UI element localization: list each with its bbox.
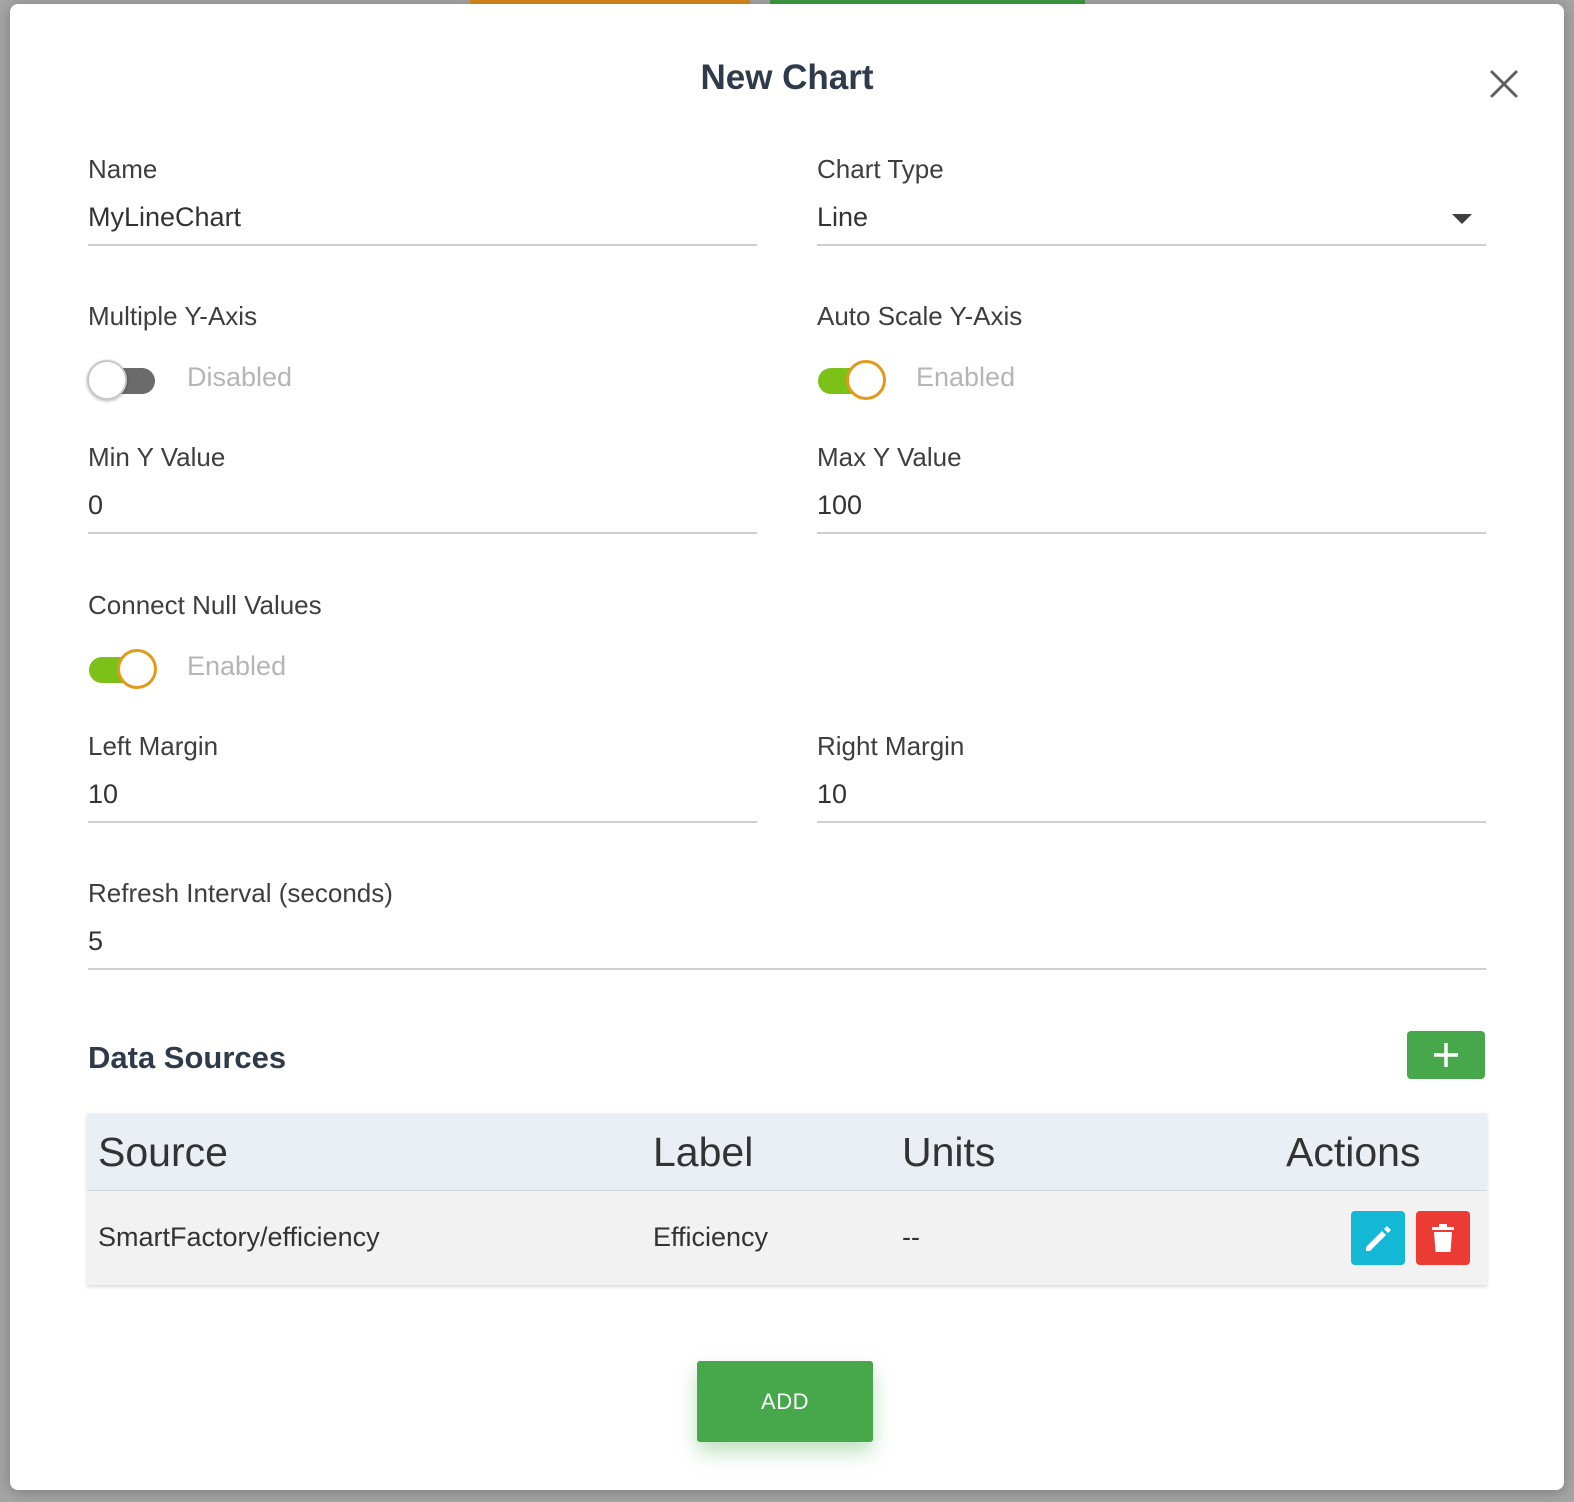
left-margin-field: Left Margin (88, 731, 757, 831)
max-y-input[interactable] (817, 478, 1486, 534)
add-chart-button[interactable]: ADD (697, 1361, 873, 1442)
column-header-actions: Actions (1286, 1129, 1421, 1175)
row-units: -- (902, 1222, 920, 1252)
chart-type-value: Line (817, 202, 869, 232)
auto-scale-y-axis-toggle-row: Enabled (816, 358, 1216, 402)
connect-null-label: Connect Null Values (88, 590, 322, 620)
connect-null-toggle[interactable] (87, 647, 157, 691)
column-header-label: Label (653, 1129, 754, 1175)
data-sources-table: Source Label Units Actions SmartFactory/… (87, 1113, 1487, 1285)
plus-icon (1434, 1043, 1458, 1067)
right-margin-input[interactable] (817, 767, 1486, 823)
dialog-title: New Chart (700, 58, 874, 97)
auto-scale-y-axis-field: Auto Scale Y-Axis (817, 301, 1486, 341)
trash-icon (1432, 1224, 1454, 1252)
connect-null-toggle-row: Enabled (87, 647, 487, 691)
refresh-interval-input[interactable] (88, 914, 1486, 970)
connect-null-field: Connect Null Values (88, 590, 757, 630)
multiple-y-axis-toggle-row: Disabled (87, 358, 487, 402)
name-field: Name (88, 154, 757, 254)
toggle-knob (846, 360, 886, 400)
auto-scale-y-axis-label: Auto Scale Y-Axis (817, 301, 1023, 331)
auto-scale-y-axis-toggle[interactable] (816, 358, 886, 402)
max-y-field: Max Y Value (817, 442, 1486, 542)
toggle-knob (117, 649, 157, 689)
refresh-interval-field: Refresh Interval (seconds) (88, 878, 1486, 978)
multiple-y-axis-label: Multiple Y-Axis (88, 301, 258, 331)
toggle-knob (87, 360, 127, 400)
table-row: SmartFactory/efficiency Efficiency -- (87, 1191, 1487, 1285)
chart-type-label: Chart Type (817, 154, 944, 184)
column-header-source: Source (98, 1129, 228, 1175)
multiple-y-axis-state: Disabled (187, 362, 293, 392)
new-chart-dialog: New Chart Name Chart Type Line Multiple … (10, 4, 1564, 1490)
edit-data-source-button[interactable] (1351, 1211, 1405, 1265)
close-icon (1490, 70, 1518, 98)
connect-null-state: Enabled (187, 651, 287, 681)
chart-type-select[interactable]: Line (817, 190, 1486, 246)
name-input[interactable] (88, 190, 757, 246)
refresh-interval-label: Refresh Interval (seconds) (88, 878, 393, 908)
delete-data-source-button[interactable] (1416, 1211, 1470, 1265)
caret-down-icon (1452, 214, 1472, 224)
row-source: SmartFactory/efficiency (98, 1222, 380, 1252)
min-y-field: Min Y Value (88, 442, 757, 542)
left-margin-input[interactable] (88, 767, 757, 823)
multiple-y-axis-toggle[interactable] (87, 358, 157, 402)
chart-type-field: Chart Type Line (817, 154, 1486, 254)
right-margin-field: Right Margin (817, 731, 1486, 831)
name-label: Name (88, 154, 158, 184)
column-header-units: Units (902, 1129, 996, 1175)
right-margin-label: Right Margin (817, 731, 965, 761)
data-sources-title: Data Sources (88, 1040, 287, 1075)
auto-scale-y-axis-state: Enabled (916, 362, 1016, 392)
min-y-label: Min Y Value (88, 442, 226, 472)
multiple-y-axis-field: Multiple Y-Axis (88, 301, 757, 341)
row-label: Efficiency (653, 1222, 769, 1252)
left-margin-label: Left Margin (88, 731, 219, 761)
close-button[interactable] (1484, 64, 1524, 104)
min-y-input[interactable] (88, 478, 757, 534)
max-y-label: Max Y Value (817, 442, 962, 472)
add-data-source-button[interactable] (1407, 1031, 1485, 1079)
pencil-icon (1366, 1226, 1391, 1251)
table-header: Source Label Units Actions (87, 1113, 1487, 1191)
